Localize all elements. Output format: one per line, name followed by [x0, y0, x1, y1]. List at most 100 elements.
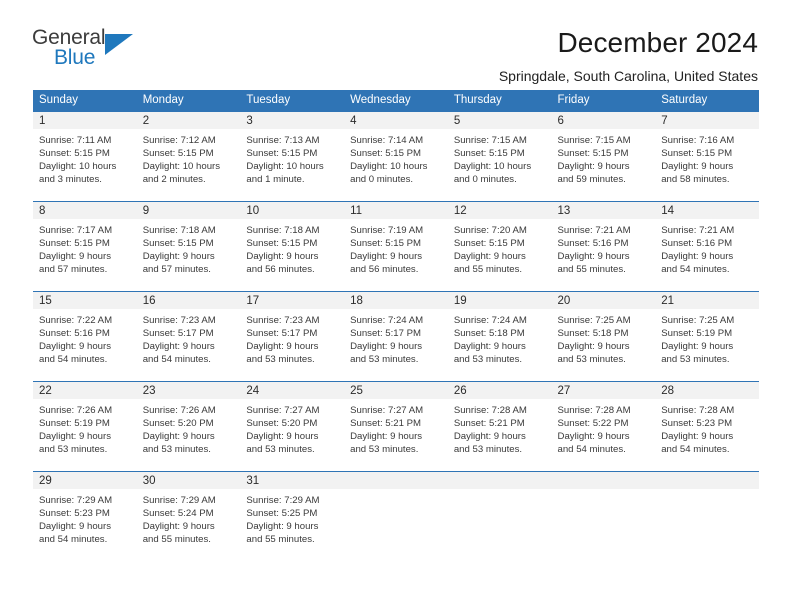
sunset-time: Sunset: 5:15 PM: [142, 237, 214, 249]
sunset-time: Sunset: 5:18 PM: [453, 327, 525, 339]
calendar-day-details: Sunrise: 7:27 AM Sunset: 5:21 PM Daylight:…: [344, 400, 448, 457]
calendar-day-cell[interactable]: 10 Sunrise: 7:18 AM Sunset: 5:15 PM Dayligh…: [240, 200, 345, 291]
daylight-duration-line2: and 53 minutes.: [350, 354, 419, 366]
sunset-time: Sunset: 5:20 PM: [246, 417, 318, 429]
calendar-day-number: 18: [344, 291, 448, 310]
calendar-day-cell[interactable]: 30 Sunrise: 7:29 AM Sunset: 5:24 PM Dayligh…: [136, 470, 241, 561]
calendar-day-cell[interactable]: 23 Sunrise: 7:26 AM Sunset: 5:20 PM Dayligh…: [136, 380, 241, 471]
sunrise-time: Sunrise: 7:20 AM: [453, 224, 527, 236]
calendar-day-cell[interactable]: 11 Sunrise: 7:19 AM Sunset: 5:15 PM Dayligh…: [344, 200, 448, 291]
calendar-day-cell[interactable]: 27 Sunrise: 7:28 AM Sunset: 5:22 PM Dayligh…: [551, 380, 656, 471]
page-title: December 2024: [557, 27, 758, 58]
calendar-day-cell[interactable]: 13 Sunrise: 7:21 AM Sunset: 5:16 PM Dayligh…: [551, 200, 656, 291]
weekday-header-saturday: Saturday: [655, 90, 759, 111]
calendar-day-number: 10: [240, 201, 345, 220]
daylight-duration-line1: Daylight: 9 hours: [557, 340, 630, 352]
calendar-day-number: 28: [655, 381, 759, 400]
daylight-duration-line2: and 1 minute.: [246, 174, 305, 186]
calendar-day-cell[interactable]: 15 Sunrise: 7:22 AM Sunset: 5:16 PM Dayligh…: [33, 290, 137, 381]
brand-logo[interactable]: General Blue: [32, 26, 152, 72]
calendar-day-details: Sunrise: 7:21 AM Sunset: 5:16 PM Daylight:…: [655, 220, 759, 277]
sunrise-time: Sunrise: 7:26 AM: [142, 404, 216, 416]
sunrise-time: Sunrise: 7:23 AM: [142, 314, 216, 326]
calendar-day-cell[interactable]: 19 Sunrise: 7:24 AM Sunset: 5:18 PM Dayligh…: [447, 290, 552, 381]
daylight-duration-line2: and 55 minutes.: [453, 264, 523, 276]
brand-name-bottom: Blue: [54, 46, 96, 69]
daylight-duration-line1: Daylight: 10 hours: [39, 160, 117, 172]
calendar-day-number: [551, 471, 656, 490]
calendar-day-cell[interactable]: 14 Sunrise: 7:21 AM Sunset: 5:16 PM Dayligh…: [655, 200, 759, 291]
calendar-day-cell[interactable]: 26 Sunrise: 7:28 AM Sunset: 5:21 PM Dayligh…: [447, 380, 552, 471]
weekday-header-sunday: Sunday: [33, 90, 137, 111]
daylight-duration-line1: Daylight: 9 hours: [39, 340, 111, 352]
calendar-day-cell[interactable]: 29 Sunrise: 7:29 AM Sunset: 5:23 PM Dayligh…: [33, 470, 137, 561]
calendar-page: General Blue December 2024 Springdale, S…: [0, 0, 792, 612]
daylight-duration-line2: and 58 minutes.: [661, 174, 730, 186]
calendar-day-cell[interactable]: 17 Sunrise: 7:23 AM Sunset: 5:17 PM Dayligh…: [240, 290, 345, 381]
sunset-time: Sunset: 5:19 PM: [39, 417, 110, 429]
sunset-time: Sunset: 5:15 PM: [350, 147, 422, 159]
daylight-duration-line1: Daylight: 9 hours: [142, 520, 215, 532]
daylight-duration-line2: and 54 minutes.: [661, 264, 730, 276]
calendar-day-cell-empty: [551, 470, 656, 561]
calendar-day-number: 13: [551, 201, 656, 220]
calendar-day-cell[interactable]: 4 Sunrise: 7:14 AM Sunset: 5:15 PM Daylight…: [344, 110, 448, 201]
calendar-day-cell[interactable]: 16 Sunrise: 7:23 AM Sunset: 5:17 PM Dayligh…: [136, 290, 241, 381]
calendar-day-details: Sunrise: 7:25 AM Sunset: 5:18 PM Daylight:…: [552, 310, 656, 367]
calendar-day-cell[interactable]: 21 Sunrise: 7:25 AM Sunset: 5:19 PM Dayligh…: [655, 290, 759, 381]
calendar-day-cell[interactable]: 7 Sunrise: 7:16 AM Sunset: 5:15 PM Daylight…: [655, 110, 759, 201]
sunrise-time: Sunrise: 7:15 AM: [557, 134, 631, 146]
calendar-day-cell[interactable]: 31 Sunrise: 7:29 AM Sunset: 5:25 PM Dayligh…: [240, 470, 345, 561]
calendar-day-number: [344, 471, 448, 490]
calendar-day-cell[interactable]: 6 Sunrise: 7:15 AM Sunset: 5:15 PM Daylight…: [551, 110, 656, 201]
calendar-day-number: 23: [136, 381, 241, 400]
calendar-day-cell[interactable]: 18 Sunrise: 7:24 AM Sunset: 5:17 PM Dayligh…: [344, 290, 448, 381]
page-subtitle: Springdale, South Carolina, United State…: [498, 68, 758, 84]
sunrise-time: Sunrise: 7:26 AM: [39, 404, 113, 416]
daylight-duration-line1: Daylight: 9 hours: [661, 250, 734, 262]
daylight-duration-line2: and 53 minutes.: [246, 444, 315, 456]
daylight-duration-line2: and 53 minutes.: [39, 444, 108, 456]
calendar-week-row: 22 Sunrise: 7:26 AM Sunset: 5:19 PM Dayligh…: [33, 380, 759, 471]
daylight-duration-line1: Daylight: 10 hours: [350, 160, 428, 172]
calendar-day-cell[interactable]: 1 Sunrise: 7:11 AM Sunset: 5:15 PM Daylight…: [33, 110, 137, 201]
calendar-day-details: Sunrise: 7:23 AM Sunset: 5:17 PM Daylight:…: [137, 310, 241, 367]
calendar-day-cell[interactable]: 20 Sunrise: 7:25 AM Sunset: 5:18 PM Dayligh…: [551, 290, 656, 381]
calendar-day-cell[interactable]: 24 Sunrise: 7:27 AM Sunset: 5:20 PM Dayligh…: [240, 380, 345, 471]
sunrise-time: Sunrise: 7:27 AM: [350, 404, 424, 416]
sunset-time: Sunset: 5:15 PM: [246, 237, 318, 249]
sunrise-time: Sunrise: 7:29 AM: [142, 494, 216, 506]
calendar-day-cell[interactable]: 12 Sunrise: 7:20 AM Sunset: 5:15 PM Dayligh…: [447, 200, 552, 291]
calendar-day-number: 2: [136, 111, 241, 130]
weekday-header-monday: Monday: [136, 90, 241, 111]
daylight-duration-line2: and 54 minutes.: [557, 444, 626, 456]
daylight-duration-line1: Daylight: 9 hours: [39, 430, 111, 442]
sunset-time: Sunset: 5:19 PM: [661, 327, 733, 339]
sunrise-time: Sunrise: 7:11 AM: [39, 134, 112, 146]
daylight-duration-line1: Daylight: 9 hours: [661, 160, 734, 172]
calendar-day-cell[interactable]: 8 Sunrise: 7:17 AM Sunset: 5:15 PM Daylight…: [33, 200, 137, 291]
calendar-day-cell-empty: [447, 470, 552, 561]
calendar-day-cell[interactable]: 3 Sunrise: 7:13 AM Sunset: 5:15 PM Daylight…: [240, 110, 345, 201]
calendar-week-row: 15 Sunrise: 7:22 AM Sunset: 5:16 PM Dayligh…: [33, 290, 759, 381]
sunset-time: Sunset: 5:15 PM: [453, 237, 525, 249]
calendar-day-cell[interactable]: 28 Sunrise: 7:28 AM Sunset: 5:23 PM Dayligh…: [655, 380, 759, 471]
title-block: December 2024 Springdale, South Carolina…: [152, 26, 758, 86]
weekday-header-tuesday: Tuesday: [240, 90, 345, 111]
calendar-day-cell[interactable]: 9 Sunrise: 7:18 AM Sunset: 5:15 PM Daylight…: [136, 200, 241, 291]
daylight-duration-line1: Daylight: 9 hours: [557, 430, 630, 442]
triangle-icon: [105, 34, 133, 55]
calendar-day-cell[interactable]: 25 Sunrise: 7:27 AM Sunset: 5:21 PM Dayligh…: [344, 380, 448, 471]
calendar-day-number: 30: [136, 471, 241, 490]
calendar-day-cell[interactable]: 2 Sunrise: 7:12 AM Sunset: 5:15 PM Daylight…: [136, 110, 241, 201]
calendar-day-cell[interactable]: 5 Sunrise: 7:15 AM Sunset: 5:15 PM Daylight…: [447, 110, 552, 201]
sunset-time: Sunset: 5:15 PM: [453, 147, 525, 159]
daylight-duration-line1: Daylight: 9 hours: [39, 520, 111, 532]
calendar-day-number: 19: [447, 291, 552, 310]
sunset-time: Sunset: 5:21 PM: [350, 417, 422, 429]
weekday-header-friday: Friday: [551, 90, 656, 111]
sunrise-time: Sunrise: 7:21 AM: [661, 224, 735, 236]
calendar-day-number: [655, 471, 759, 490]
daylight-duration-line1: Daylight: 9 hours: [142, 430, 215, 442]
calendar-day-cell[interactable]: 22 Sunrise: 7:26 AM Sunset: 5:19 PM Dayligh…: [33, 380, 137, 471]
